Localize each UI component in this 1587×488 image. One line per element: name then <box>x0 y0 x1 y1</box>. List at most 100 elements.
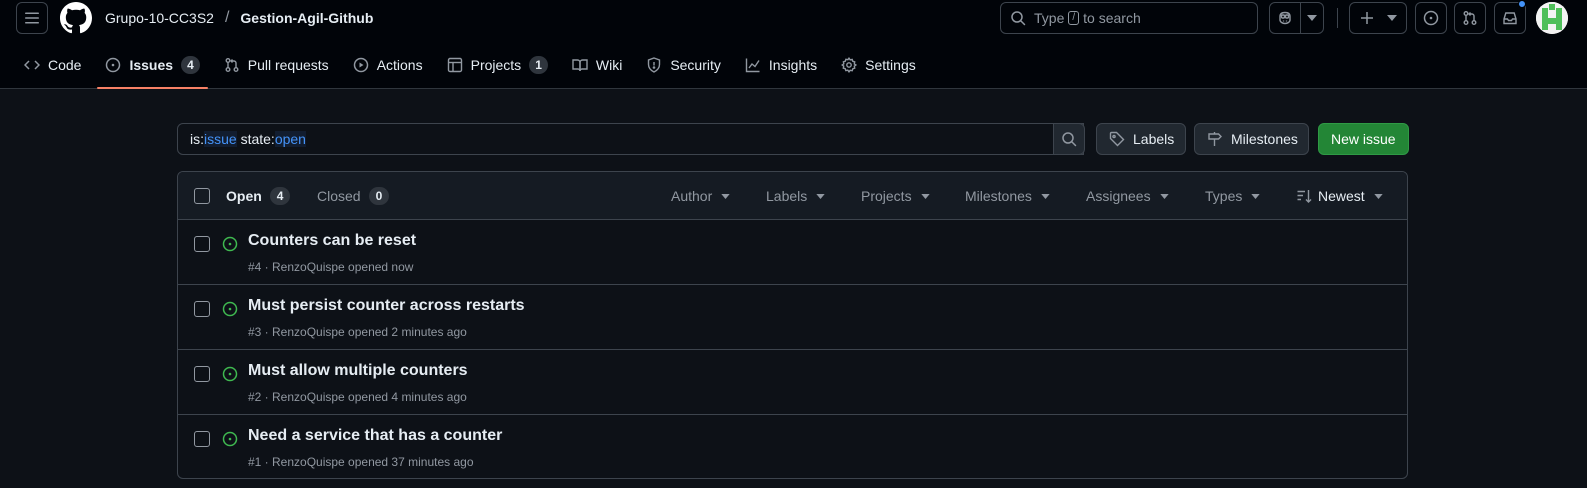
assignees-filter-dropdown[interactable]: Assignees <box>1086 172 1169 220</box>
tag-icon <box>1109 131 1125 147</box>
tab-code[interactable]: Code <box>16 48 89 81</box>
issue-row[interactable]: Must persist counter across restarts #3 … <box>178 285 1407 350</box>
copilot-button-group <box>1269 2 1324 34</box>
milestones-filter-dropdown[interactable]: Milestones <box>965 172 1050 220</box>
issue-row[interactable]: Need a service that has a counter #1 · R… <box>178 415 1407 478</box>
types-filter-dropdown[interactable]: Types <box>1205 172 1261 220</box>
open-count-badge: 4 <box>269 187 291 205</box>
tab-label: Pull requests <box>247 56 329 73</box>
issue-title-link[interactable]: Must allow multiple counters <box>248 362 468 380</box>
search-placeholder: Type / to search <box>1034 10 1141 26</box>
milestones-button[interactable]: Milestones <box>1194 123 1309 155</box>
issue-meta: #3 · RenzoQuispe opened 2 minutes ago <box>248 325 467 339</box>
issue-title-link[interactable]: Counters can be reset <box>248 232 416 250</box>
search-placeholder-suffix: to search <box>1083 10 1141 26</box>
closed-label: Closed <box>317 188 361 204</box>
tab-insights[interactable]: Insights <box>737 48 825 81</box>
your-issues-button[interactable] <box>1415 2 1447 34</box>
new-issue-button-label: New issue <box>1331 131 1396 147</box>
issue-row[interactable]: Must allow multiple counters #2 · RenzoQ… <box>178 350 1407 415</box>
chevron-down-icon <box>816 193 825 199</box>
global-search[interactable]: Type / to search <box>1000 2 1258 34</box>
tab-pull-requests[interactable]: Pull requests <box>216 48 337 81</box>
filter-value: open <box>274 131 306 147</box>
issue-meta: #2 · RenzoQuispe opened 4 minutes ago <box>248 390 467 404</box>
issue-title-link[interactable]: Need a service that has a counter <box>248 427 502 445</box>
tab-label: Projects <box>470 56 522 73</box>
issue-meta: #4 · RenzoQuispe opened now <box>248 260 414 274</box>
header-separator <box>1337 8 1338 28</box>
issue-row[interactable]: Counters can be reset #4 · RenzoQuispe o… <box>178 220 1407 285</box>
tab-label: Insights <box>768 56 818 73</box>
issues-list-header: Open 4 Closed 0 Author Labels Projects M… <box>178 172 1407 220</box>
tab-label: Code <box>48 56 82 73</box>
pull-request-icon <box>1462 10 1478 26</box>
milestone-icon <box>1207 131 1223 147</box>
open-label: Open <box>226 188 262 204</box>
new-issue-button[interactable]: New issue <box>1318 123 1409 155</box>
filter-label: Milestones <box>965 188 1032 204</box>
filter-search-button[interactable] <box>1053 123 1085 155</box>
closed-count-badge: 0 <box>368 187 390 205</box>
search-icon <box>1061 131 1077 147</box>
github-logo[interactable] <box>60 2 92 34</box>
chevron-down-icon <box>721 193 730 199</box>
code-icon <box>24 57 40 73</box>
copilot-icon[interactable] <box>1270 10 1300 26</box>
your-pull-requests-button[interactable] <box>1454 2 1486 34</box>
issue-checkbox[interactable] <box>194 366 210 382</box>
tab-wiki[interactable]: Wiki <box>564 48 630 81</box>
issue-checkbox[interactable] <box>194 236 210 252</box>
chevron-down-icon <box>1041 193 1050 199</box>
labels-button[interactable]: Labels <box>1096 123 1186 155</box>
labels-filter-dropdown[interactable]: Labels <box>766 172 825 220</box>
breadcrumb-repo[interactable]: Gestion-Agil-Github <box>240 10 373 26</box>
select-all-checkbox[interactable] <box>194 188 210 204</box>
filter-label: Author <box>671 188 713 204</box>
tab-actions[interactable]: Actions <box>345 48 431 81</box>
open-issues-tab[interactable]: Open 4 <box>226 172 291 220</box>
tab-settings[interactable]: Settings <box>833 48 924 81</box>
filter-label: Assignees <box>1086 188 1151 204</box>
tab-label: Actions <box>376 56 423 73</box>
issue-checkbox[interactable] <box>194 301 210 317</box>
breadcrumb-owner[interactable]: Grupo-10-CC3S2 <box>105 10 214 26</box>
issue-opened-icon <box>222 236 238 252</box>
tab-label: Security <box>670 56 721 73</box>
global-header: Grupo-10-CC3S2 / Gestion-Agil-Github Typ… <box>0 0 1587 89</box>
hamburger-menu-button[interactable] <box>16 2 48 34</box>
closed-issues-tab[interactable]: Closed 0 <box>317 172 390 220</box>
labels-button-label: Labels <box>1133 131 1175 147</box>
chevron-down-icon <box>1386 15 1397 21</box>
tab-issues[interactable]: Issues 4 <box>97 48 209 89</box>
tab-projects[interactable]: Projects 1 <box>439 48 556 81</box>
issues-list: Open 4 Closed 0 Author Labels Projects M… <box>177 171 1408 479</box>
chevron-down-icon <box>920 193 930 199</box>
issue-opened-icon <box>1423 10 1439 26</box>
filter-qualifier: is: <box>190 131 204 147</box>
pull-request-icon <box>224 57 240 73</box>
issue-opened-icon <box>222 301 238 317</box>
author-filter-dropdown[interactable]: Author <box>671 172 730 220</box>
tab-security[interactable]: Security <box>638 48 729 81</box>
projects-filter-dropdown[interactable]: Projects <box>861 172 930 220</box>
table-icon <box>447 57 463 73</box>
issue-filter-input[interactable]: is: issue state: open <box>177 123 1084 155</box>
create-new-button[interactable] <box>1349 2 1407 34</box>
issue-title-link[interactable]: Must persist counter across restarts <box>248 297 525 315</box>
search-icon <box>1010 10 1026 26</box>
sort-dropdown[interactable]: Newest <box>1296 172 1383 220</box>
gear-icon <box>841 56 858 73</box>
plus-icon <box>1360 11 1374 25</box>
filter-qualifier: state: <box>236 131 275 147</box>
chevron-down-icon <box>1251 193 1261 199</box>
copilot-dropdown-caret-icon[interactable] <box>1301 15 1323 21</box>
search-shortcut-key: / <box>1068 11 1080 25</box>
sort-desc-icon <box>1296 188 1312 204</box>
chevron-down-icon <box>1374 193 1383 199</box>
issue-checkbox[interactable] <box>194 431 210 447</box>
shield-icon <box>646 56 662 73</box>
issue-meta: #1 · RenzoQuispe opened 37 minutes ago <box>248 455 474 469</box>
book-icon <box>572 57 588 73</box>
avatar[interactable] <box>1536 2 1568 34</box>
